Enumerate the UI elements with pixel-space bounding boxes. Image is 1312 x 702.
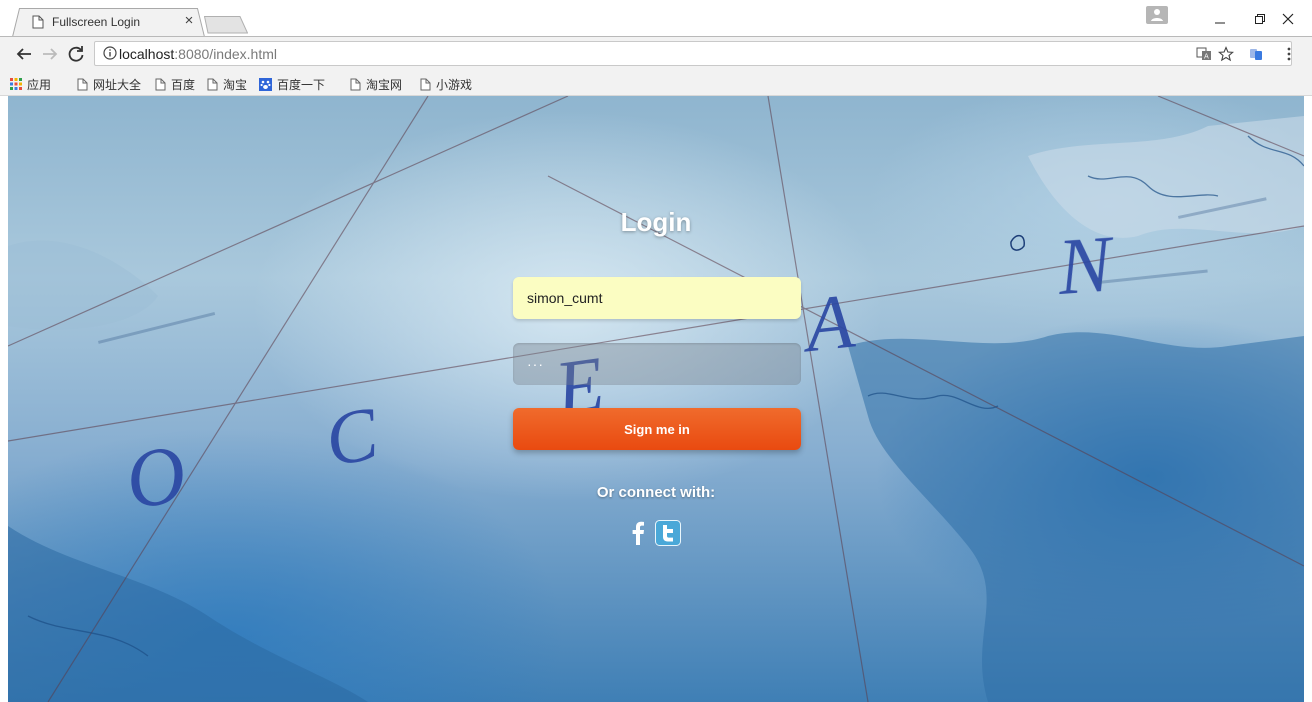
- reload-icon: [68, 46, 84, 62]
- username-input[interactable]: [513, 277, 801, 319]
- sign-in-button[interactable]: Sign me in: [513, 408, 801, 450]
- map-letter: A: [796, 277, 858, 369]
- bookmark-label: 小游戏: [436, 77, 473, 92]
- bookmark-label: 淘宝: [223, 77, 248, 92]
- page-icon: [350, 78, 361, 90]
- bookmark-label: 淘宝网: [366, 77, 403, 92]
- bookmark-label: 网址大全: [93, 77, 142, 92]
- page-viewport: O C E A N Login Sign me in Or connect wi…: [8, 96, 1304, 702]
- back-button[interactable]: [12, 42, 36, 66]
- bookmark-apps[interactable]: 应用: [10, 76, 51, 92]
- close-icon: [1282, 13, 1294, 25]
- arrow-left-icon: [16, 48, 31, 60]
- bookmark-item[interactable]: 百度一下: [259, 76, 325, 92]
- url-text: localhost:8080/index.html: [119, 46, 277, 62]
- page-icon: [207, 78, 218, 90]
- profile-button[interactable]: [1146, 6, 1168, 24]
- bookmark-item[interactable]: 淘宝: [207, 76, 247, 92]
- password-input[interactable]: [513, 343, 801, 385]
- bookmark-item[interactable]: 网址大全: [77, 76, 141, 92]
- bookmark-item[interactable]: 小游戏: [420, 76, 472, 92]
- bookmark-label: 百度: [171, 77, 196, 92]
- bookmark-item[interactable]: 百度: [155, 76, 195, 92]
- extension-translate-icon[interactable]: [1248, 46, 1264, 67]
- info-icon[interactable]: [103, 46, 117, 65]
- new-tab-button[interactable]: [204, 16, 248, 34]
- minimize-button[interactable]: [1200, 4, 1240, 32]
- address-bar[interactable]: localhost:8080/index.html: [94, 41, 1292, 66]
- map-letter: C: [319, 391, 385, 483]
- page-icon: [155, 78, 166, 90]
- url-path: :8080/index.html: [174, 46, 277, 62]
- profile-icon: [1151, 9, 1163, 21]
- translate-icon[interactable]: A: [1196, 46, 1212, 67]
- facebook-icon: [632, 521, 644, 545]
- forward-button[interactable]: [38, 42, 62, 66]
- menu-icon[interactable]: [1281, 46, 1297, 67]
- tab-outline: [12, 8, 205, 38]
- bookmark-star-icon[interactable]: [1217, 46, 1235, 67]
- ocean-map-background: O C E A N: [8, 96, 1304, 702]
- page-icon: [420, 78, 431, 90]
- login-title: Login: [620, 207, 692, 237]
- page-icon: [77, 78, 88, 90]
- arrow-right-icon: [43, 48, 58, 60]
- browser-tabstrip: Fullscreen Login ×: [0, 0, 1312, 38]
- bookmark-label: 百度一下: [277, 77, 326, 92]
- close-window-button[interactable]: [1268, 4, 1308, 32]
- apps-grid-icon: [10, 78, 22, 90]
- connect-with-label: Or connect with:: [596, 484, 716, 501]
- bookmark-label: 应用: [27, 77, 52, 92]
- facebook-link[interactable]: [629, 520, 647, 546]
- bookmarks-bar: 应用 网址大全 百度 淘宝 百度一下 淘宝网 小游戏: [0, 72, 1312, 96]
- bookmark-item[interactable]: 淘宝网: [350, 76, 402, 92]
- twitter-icon: [655, 520, 681, 546]
- map-letter: O: [117, 426, 194, 527]
- baidu-paw-icon: [259, 77, 272, 91]
- svg-text:A: A: [1204, 53, 1209, 61]
- twitter-link[interactable]: [655, 520, 681, 546]
- reload-button[interactable]: [64, 42, 88, 66]
- url-host: localhost: [119, 46, 175, 62]
- minimize-icon: [1215, 22, 1225, 24]
